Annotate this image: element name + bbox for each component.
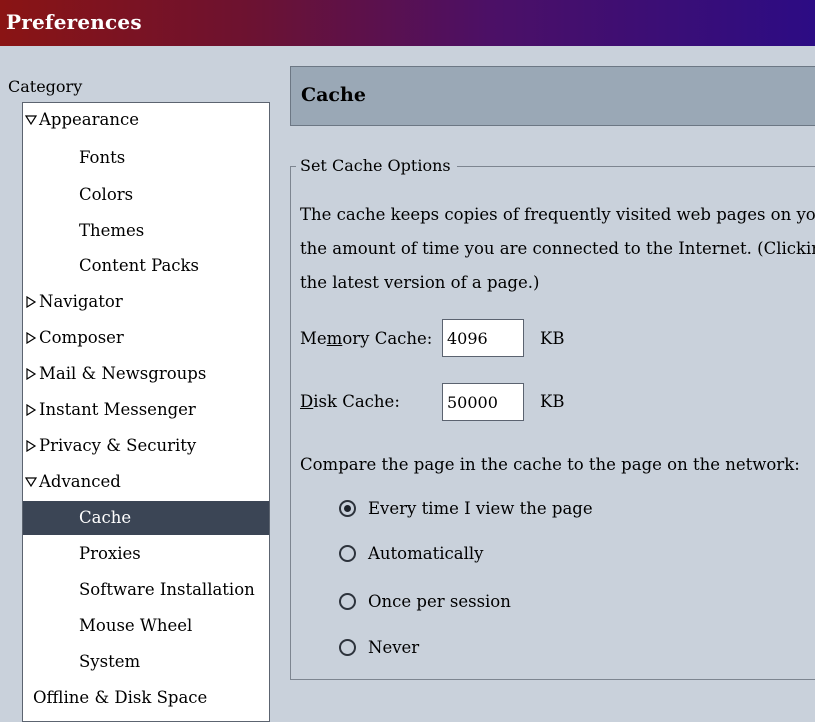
category-label: Category — [8, 77, 83, 96]
sidebar-item-label: Privacy & Security — [39, 436, 197, 455]
sidebar-item-fonts[interactable]: Fonts — [23, 141, 269, 175]
sidebar-item-privacy-security[interactable]: Privacy & Security — [23, 429, 269, 463]
window-title: Preferences — [6, 10, 142, 34]
memory-cache-label: Memory Cache: — [300, 329, 433, 348]
sidebar-item-label: Advanced — [39, 472, 121, 491]
sidebar-item-system[interactable]: System — [23, 645, 269, 679]
sidebar-item-label: Cache — [79, 508, 132, 527]
sidebar-item-label: Mail & Newsgroups — [39, 364, 207, 383]
sidebar-item-label: Software Installation — [79, 580, 255, 599]
radio-label: Never — [368, 637, 420, 657]
sidebar-item-mouse-wheel[interactable]: Mouse Wheel — [23, 609, 269, 643]
sidebar-item-themes[interactable]: Themes — [23, 214, 269, 248]
radio-label: Automatically — [368, 543, 484, 563]
radio-option-once-per-session[interactable]: Once per session — [339, 589, 511, 613]
radio-label: Once per session — [368, 591, 511, 611]
twisty-collapsed-icon[interactable] — [25, 321, 37, 355]
group-border-bottom — [290, 679, 815, 680]
memory-cache-input[interactable] — [442, 319, 524, 357]
radio-checked-icon[interactable] — [339, 499, 356, 517]
radio-unchecked-icon[interactable] — [339, 638, 356, 656]
sidebar-item-label: Appearance — [39, 110, 139, 129]
disk-cache-input[interactable] — [442, 383, 524, 421]
title-bar: Preferences — [0, 0, 815, 46]
sidebar-item-label: Offline & Disk Space — [33, 688, 208, 707]
panel-header: Cache — [290, 66, 815, 126]
twisty-collapsed-icon[interactable] — [25, 285, 37, 319]
sidebar-item-label: Fonts — [79, 148, 126, 167]
sidebar-item-content-packs[interactable]: Content Packs — [23, 249, 269, 283]
sidebar-item-colors[interactable]: Colors — [23, 178, 269, 212]
disk-cache-label: Disk Cache: — [300, 392, 400, 411]
disk-cache-unit: KB — [540, 392, 565, 411]
radio-label: Every time I view the page — [368, 498, 593, 518]
radio-unchecked-icon[interactable] — [339, 592, 356, 610]
radio-option-every-time-i-view-the-page[interactable]: Every time I view the page — [339, 496, 593, 520]
sidebar-item-label: Content Packs — [79, 256, 199, 275]
description-line: the latest version of a page.) — [300, 273, 540, 292]
sidebar-item-proxies[interactable]: Proxies — [23, 537, 269, 571]
description-line: the amount of time you are connected to … — [300, 239, 815, 258]
sidebar-item-appearance[interactable]: Appearance — [23, 103, 269, 137]
radio-unchecked-icon[interactable] — [339, 544, 356, 562]
group-border-left — [290, 166, 291, 680]
sidebar-item-label: Themes — [79, 221, 145, 240]
sidebar-item-label: Mouse Wheel — [79, 616, 193, 635]
twisty-collapsed-icon[interactable] — [25, 393, 37, 427]
group-legend: Set Cache Options — [296, 154, 457, 178]
sidebar-item-label: Instant Messenger — [39, 400, 196, 419]
sidebar-item-label: Navigator — [39, 292, 123, 311]
panel-title: Cache — [301, 84, 366, 106]
radio-option-never[interactable]: Never — [339, 635, 419, 659]
sidebar-item-label: Proxies — [79, 544, 141, 563]
category-tree[interactable]: Appearance Fonts Colors Themes Content Packs… — [22, 102, 270, 722]
twisty-expanded-icon[interactable] — [25, 465, 37, 499]
radio-option-automatically[interactable]: Automatically — [339, 541, 483, 565]
memory-cache-unit: KB — [540, 329, 565, 348]
sidebar-item-advanced[interactable]: Advanced — [23, 465, 269, 499]
sidebar-item-label: Colors — [79, 185, 134, 204]
twisty-collapsed-icon[interactable] — [25, 357, 37, 391]
sidebar-item-instant-messenger[interactable]: Instant Messenger — [23, 393, 269, 427]
compare-label: Compare the page in the cache to the pag… — [300, 455, 800, 474]
sidebar-item-label: Composer — [39, 328, 124, 347]
sidebar-item-offline-disk-space[interactable]: Offline & Disk Space — [23, 681, 269, 715]
sidebar-item-navigator[interactable]: Navigator — [23, 285, 269, 319]
sidebar-item-software-installation[interactable]: Software Installation — [23, 573, 269, 607]
twisty-collapsed-icon[interactable] — [25, 429, 37, 463]
sidebar-item-mail-newsgroups[interactable]: Mail & Newsgroups — [23, 357, 269, 391]
description-line: The cache keeps copies of frequently vis… — [300, 205, 815, 224]
sidebar-item-composer[interactable]: Composer — [23, 321, 269, 355]
sidebar-item-cache[interactable]: Cache — [23, 501, 269, 535]
sidebar-item-label: System — [79, 652, 141, 671]
twisty-expanded-icon[interactable] — [25, 103, 37, 137]
cache-description: The cache keeps copies of frequently vis… — [300, 198, 815, 300]
